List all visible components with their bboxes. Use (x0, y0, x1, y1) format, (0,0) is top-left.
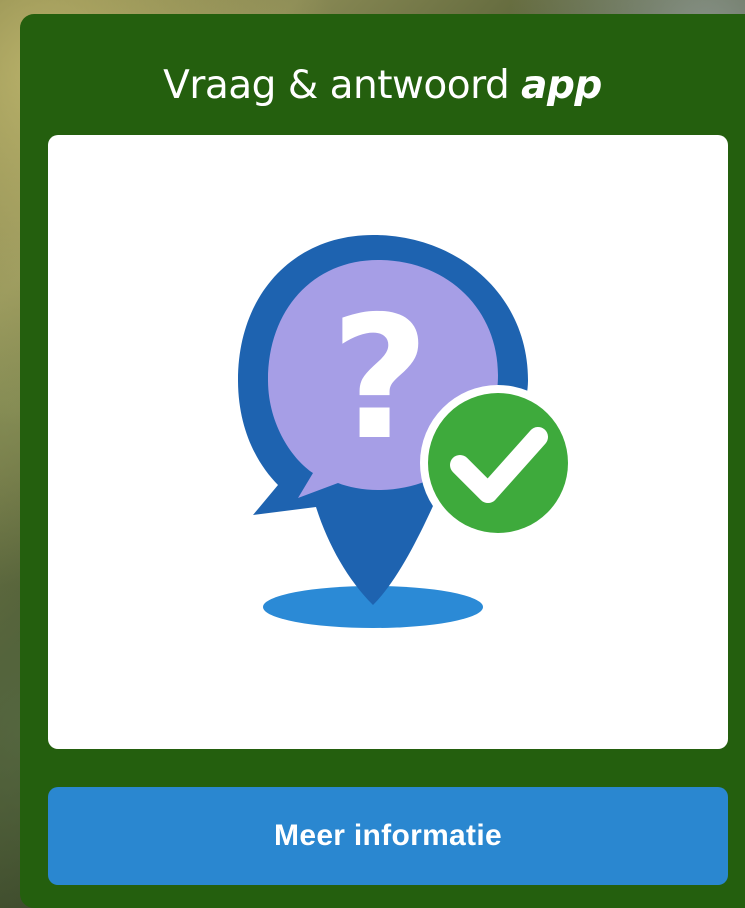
image-panel: ? (48, 135, 728, 749)
question-mark-icon: ? (331, 280, 430, 478)
question-pin-illustration: ? (238, 235, 576, 628)
app-promo-card: Vraag & antwoord app ? Meer informatie (20, 14, 745, 908)
card-title-main: Vraag & antwoord (163, 63, 522, 108)
card-title: Vraag & antwoord app (20, 62, 745, 110)
check-badge-circle (428, 393, 568, 533)
card-title-emphasis: app (521, 63, 602, 108)
more-info-button[interactable]: Meer informatie (48, 787, 728, 885)
